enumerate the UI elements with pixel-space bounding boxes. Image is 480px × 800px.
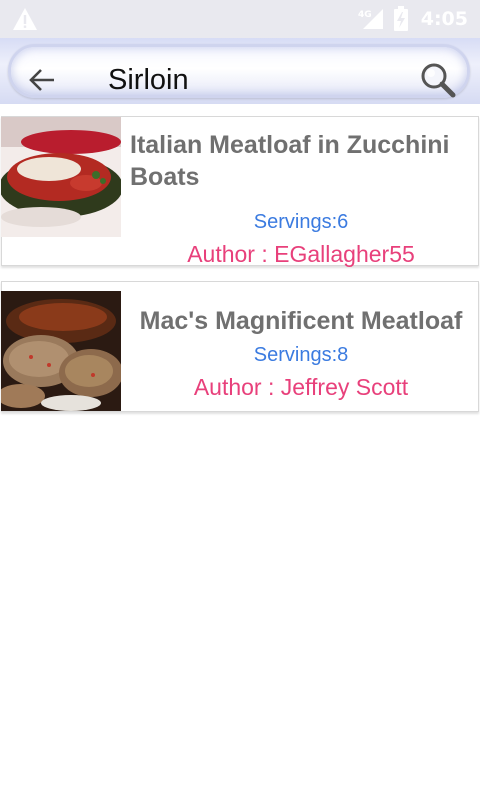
warning-icon: [12, 7, 38, 31]
search-toolbar: [0, 38, 480, 104]
battery-charging-icon: [393, 6, 409, 32]
recipe-servings: Servings:6: [253, 211, 349, 233]
status-bar: 4G 4:05: [0, 0, 480, 38]
status-right: 4G 4:05: [357, 6, 468, 32]
back-arrow-icon: [28, 68, 56, 92]
recipe-title: Mac's Magnificent Meatloaf: [139, 307, 463, 335]
recipe-card[interactable]: Italian Meatloaf in Zucchini Boats Servi…: [1, 116, 479, 267]
recipe-card[interactable]: Mac's Magnificent Meatloaf Servings:8 Au…: [1, 281, 479, 412]
recipe-author: Author : Jeffrey Scott: [193, 374, 409, 400]
search-button[interactable]: [418, 60, 458, 100]
search-icon: [419, 61, 457, 99]
recipe-servings: Servings:8: [253, 344, 349, 366]
meatloaf-slices-photo: [1, 291, 121, 411]
network-type-label: 4G: [358, 10, 372, 20]
search-field-background[interactable]: [8, 44, 470, 98]
status-time: 4:05: [420, 8, 468, 30]
recipe-author: Author : EGallagher55: [187, 241, 415, 267]
back-button[interactable]: [26, 64, 58, 96]
search-query-input[interactable]: Sirloin: [108, 61, 189, 99]
signal-icon: 4G: [357, 7, 385, 31]
status-left: [12, 7, 38, 31]
zucchini-meatloaf-photo: [1, 117, 121, 237]
recipe-title: Italian Meatloaf in Zucchini Boats: [130, 131, 450, 191]
